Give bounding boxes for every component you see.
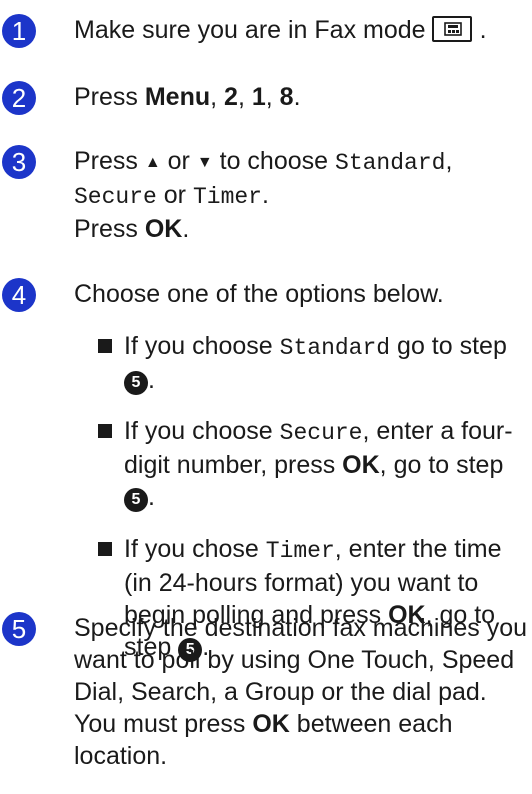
key-label: 1	[251, 83, 266, 111]
key-label: 2	[224, 83, 238, 111]
step-reference-badge: 5	[124, 488, 148, 512]
step-text: Make sure you are in Fax mode.	[74, 14, 526, 46]
fax-mode-key-icon	[431, 16, 472, 42]
step-number-badge: 4	[2, 278, 36, 312]
step-text: Choose one of the options below.	[74, 280, 444, 308]
ok-key-label: OK	[144, 215, 183, 243]
step-number-badge: 1	[2, 14, 36, 48]
step-text: Press ▲ or ▼ to choose Standard, Secure …	[74, 147, 453, 243]
press-word: Press	[74, 83, 138, 111]
option-standard: Standard	[335, 150, 446, 176]
step-reference-badge: 5	[124, 371, 148, 395]
step-number-badge: 5	[2, 612, 36, 646]
step-1-text: Make sure you are in Fax mode	[74, 16, 426, 44]
step-number-badge: 3	[2, 145, 36, 179]
step-1-end: .	[479, 16, 487, 44]
up-arrow-icon: ▲	[144, 154, 161, 171]
step-number-badge: 2	[2, 81, 36, 115]
key-label: 8	[279, 83, 294, 111]
bullet-square-icon	[98, 542, 112, 556]
option-timer: Timer	[192, 184, 262, 210]
step-text: Press Menu, 2, 1, 8.	[74, 83, 301, 111]
step-text: Specify the destination fax machines you…	[74, 614, 528, 770]
ok-key-label: OK	[252, 710, 290, 738]
menu-key-label: Menu	[144, 83, 211, 111]
down-arrow-icon: ▼	[196, 154, 213, 171]
bullet-square-icon	[98, 424, 112, 438]
option-secure: Secure	[74, 184, 157, 210]
bullet-square-icon	[98, 339, 112, 353]
